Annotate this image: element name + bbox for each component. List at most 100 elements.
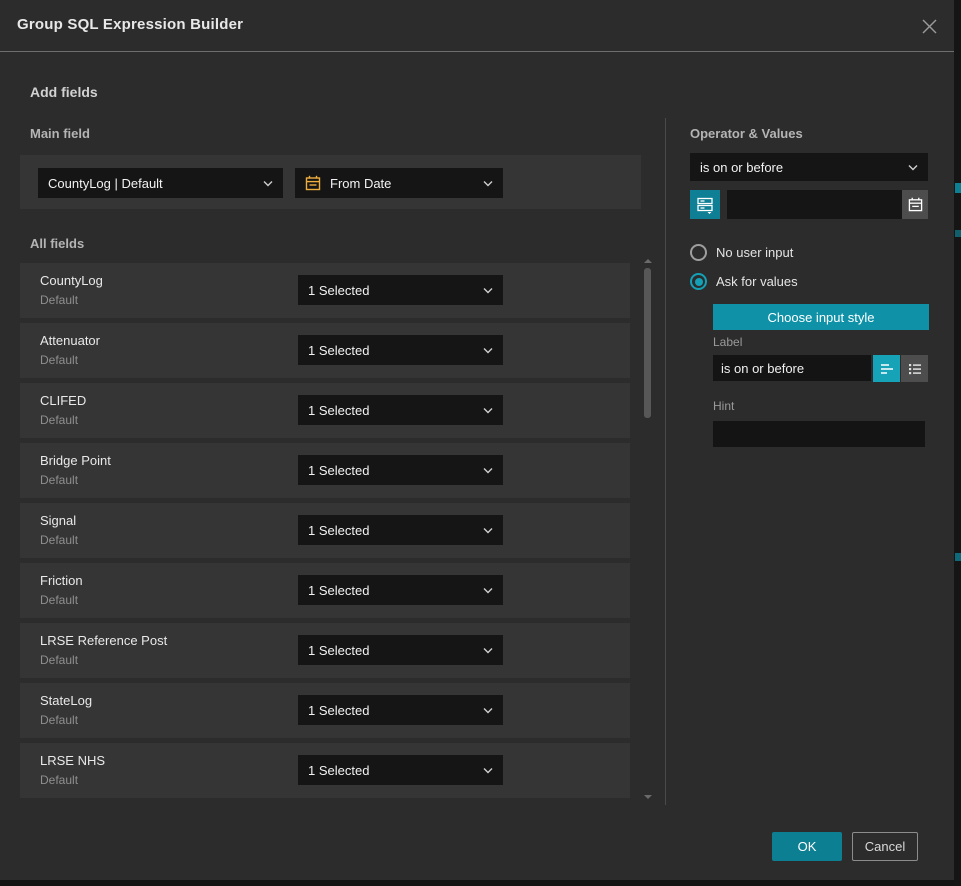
chevron-down-icon: [483, 707, 493, 714]
radio-circle-checked: [690, 273, 707, 290]
field-subtitle: Default: [40, 533, 78, 547]
calendar-picker-icon: [908, 197, 923, 212]
chevron-down-icon: [908, 164, 918, 171]
field-name: CountyLog: [40, 273, 103, 288]
add-fields-heading: Add fields: [30, 84, 98, 100]
all-fields-list: CountyLog Default 1 Selected Attenuator …: [20, 263, 630, 803]
field-subtitle: Default: [40, 293, 78, 307]
field-name: Attenuator: [40, 333, 100, 348]
field-row: Signal Default 1 Selected: [20, 503, 630, 558]
field-selection-dropdown[interactable]: 1 Selected: [298, 275, 503, 305]
field-name: Signal: [40, 513, 76, 528]
list-scrollbar[interactable]: [643, 256, 651, 802]
list-input-style-icon: [907, 362, 923, 376]
label-caption: Label: [713, 335, 742, 349]
main-field-band: CountyLog | Default From Date: [20, 155, 641, 209]
field-row: Bridge Point Default 1 Selected: [20, 443, 630, 498]
field-selection-dropdown[interactable]: 1 Selected: [298, 635, 503, 665]
calendar-date-icon: [305, 175, 321, 191]
all-fields-label: All fields: [30, 236, 84, 251]
field-selection-value: 1 Selected: [308, 523, 475, 538]
field-row: LRSE NHS Default 1 Selected: [20, 743, 630, 798]
field-name: Bridge Point: [40, 453, 111, 468]
background-fragment: [955, 230, 961, 237]
list-input-style-button[interactable]: [901, 355, 928, 382]
single-input-style-icon: [879, 362, 895, 376]
date-picker-button[interactable]: [902, 190, 928, 219]
dialog-header: Group SQL Expression Builder: [0, 0, 954, 52]
panel-divider: [665, 118, 666, 805]
field-selection-dropdown[interactable]: 1 Selected: [298, 455, 503, 485]
field-selection-dropdown[interactable]: 1 Selected: [298, 395, 503, 425]
main-field-field-value: From Date: [330, 176, 475, 191]
field-subtitle: Default: [40, 473, 78, 487]
field-subtitle: Default: [40, 713, 78, 727]
field-subtitle: Default: [40, 773, 78, 787]
field-subtitle: Default: [40, 653, 78, 667]
radio-label: Ask for values: [716, 274, 798, 289]
radio-label: No user input: [716, 245, 793, 260]
chevron-down-icon: [483, 407, 493, 414]
field-name: CLIFED: [40, 393, 86, 408]
field-selection-value: 1 Selected: [308, 283, 475, 298]
hint-input[interactable]: [713, 421, 925, 447]
field-selection-dropdown[interactable]: 1 Selected: [298, 755, 503, 785]
value-type-stack-icon: [696, 196, 714, 214]
field-selection-value: 1 Selected: [308, 403, 475, 418]
field-selection-value: 1 Selected: [308, 643, 475, 658]
field-subtitle: Default: [40, 593, 78, 607]
field-selection-dropdown[interactable]: 1 Selected: [298, 515, 503, 545]
scrollbar-thumb[interactable]: [644, 268, 651, 418]
operator-dropdown[interactable]: is on or before: [690, 153, 928, 181]
chevron-down-icon: [263, 180, 273, 187]
field-selection-value: 1 Selected: [308, 343, 475, 358]
field-selection-value: 1 Selected: [308, 763, 475, 778]
dialog-title: Group SQL Expression Builder: [17, 16, 243, 33]
field-selection-value: 1 Selected: [308, 703, 475, 718]
field-name: LRSE Reference Post: [40, 633, 167, 648]
main-field-label: Main field: [30, 126, 90, 141]
field-row: Attenuator Default 1 Selected: [20, 323, 630, 378]
radio-ask-for-values[interactable]: Ask for values: [690, 273, 798, 290]
scrollbar-up-arrow[interactable]: [644, 259, 652, 263]
ok-button[interactable]: OK: [772, 832, 842, 861]
screen: Group SQL Expression Builder Add fields …: [0, 0, 961, 886]
field-row: CLIFED Default 1 Selected: [20, 383, 630, 438]
radio-no-user-input[interactable]: No user input: [690, 244, 793, 261]
choose-input-style-button[interactable]: Choose input style: [713, 304, 929, 330]
background-fragment: [955, 183, 961, 193]
field-selection-dropdown[interactable]: 1 Selected: [298, 695, 503, 725]
field-selection-dropdown[interactable]: 1 Selected: [298, 575, 503, 605]
background-fragment: [955, 553, 961, 561]
field-subtitle: Default: [40, 353, 78, 367]
field-row: Friction Default 1 Selected: [20, 563, 630, 618]
radio-circle-unchecked: [690, 244, 707, 261]
field-selection-dropdown[interactable]: 1 Selected: [298, 335, 503, 365]
field-selection-value: 1 Selected: [308, 583, 475, 598]
field-name: Friction: [40, 573, 83, 588]
chevron-down-icon: [483, 647, 493, 654]
main-field-source-dropdown[interactable]: CountyLog | Default: [38, 168, 283, 198]
main-field-field-dropdown[interactable]: From Date: [295, 168, 503, 198]
hint-caption: Hint: [713, 399, 734, 413]
chevron-down-icon: [483, 767, 493, 774]
value-type-button[interactable]: [690, 190, 720, 219]
close-button[interactable]: [917, 14, 941, 38]
field-row: LRSE Reference Post Default 1 Selected: [20, 623, 630, 678]
single-input-style-button[interactable]: [873, 355, 900, 382]
field-row: StateLog Default 1 Selected: [20, 683, 630, 738]
date-value-input[interactable]: [727, 190, 902, 219]
field-selection-value: 1 Selected: [308, 463, 475, 478]
scrollbar-down-arrow[interactable]: [644, 795, 652, 799]
label-input[interactable]: [713, 355, 871, 381]
background-app-strip: [954, 0, 961, 886]
cancel-button[interactable]: Cancel: [852, 832, 918, 861]
chevron-down-icon: [483, 347, 493, 354]
group-sql-expression-builder-dialog: Group SQL Expression Builder Add fields …: [0, 0, 954, 880]
field-subtitle: Default: [40, 413, 78, 427]
chevron-down-icon: [483, 467, 493, 474]
field-name: StateLog: [40, 693, 92, 708]
chevron-down-icon: [483, 587, 493, 594]
main-field-source-value: CountyLog | Default: [48, 176, 255, 191]
chevron-down-icon: [483, 287, 493, 294]
